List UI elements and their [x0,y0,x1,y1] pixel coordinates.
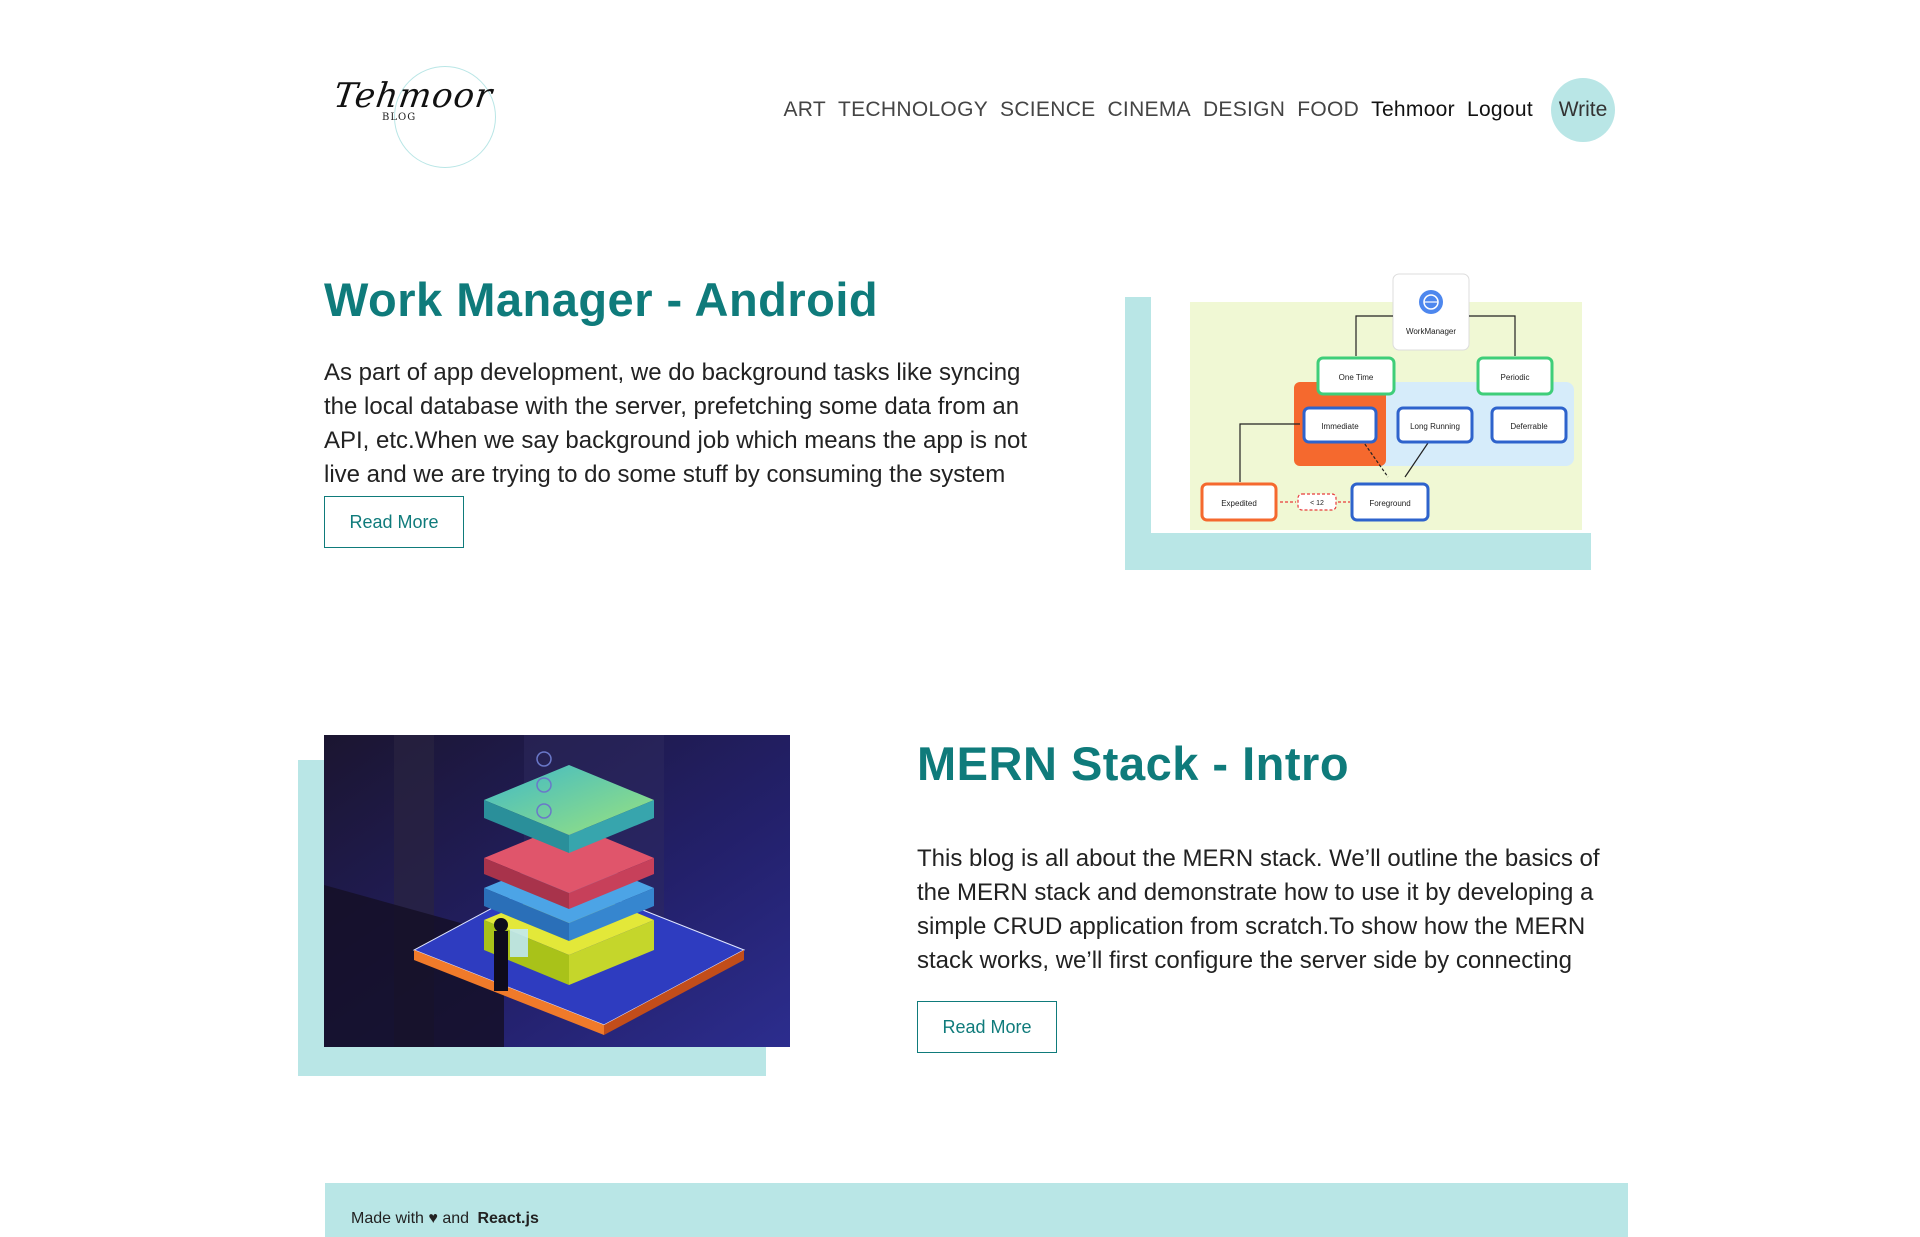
footer-brand: React.js [477,1210,539,1227]
site-footer: Made with ♥ and React.js [325,1183,1628,1237]
diagram-foreground-label: Foreground [1369,499,1410,508]
read-more-button[interactable]: Read More [324,496,464,548]
post-excerpt: As part of app development, we do backgr… [324,359,1028,488]
nav-art[interactable]: ART [783,98,826,122]
diagram-deferrable-label: Deferrable [1510,422,1548,431]
nav-user[interactable]: Tehmoor [1371,98,1455,122]
site-logo[interactable]: Tehmoor BLOG [330,66,500,170]
footer-middle: and [437,1210,474,1227]
diagram-immediate-label: Immediate [1321,422,1359,431]
logo-subtitle: BLOG [382,112,417,123]
nav-design[interactable]: DESIGN [1203,98,1285,122]
diagram-limit-label: < 12 [1310,500,1324,507]
mern-stack-image[interactable] [324,735,790,1047]
diagram-periodic-label: Periodic [1501,373,1530,382]
diagram-one-time-label: One Time [1339,373,1374,382]
logo-script-text: Tehmoor [331,76,496,116]
top-nav: ART TECHNOLOGY SCIENCE CINEMA DESIGN FOO… [783,78,1615,142]
nav-food[interactable]: FOOD [1297,98,1359,122]
footer-prefix: Made with [351,1210,429,1227]
isometric-layers-illustration [324,735,790,1047]
diagram-long-running-label: Long Running [1410,422,1460,431]
post-excerpt: This blog is all about the MERN stack. W… [917,845,1600,974]
workmanager-diagram-image[interactable]: WorkManager One Time Periodic Immediate … [1190,272,1582,530]
write-button[interactable]: Write [1551,78,1615,142]
nav-technology[interactable]: TECHNOLOGY [838,98,988,122]
nav-cinema[interactable]: CINEMA [1107,98,1190,122]
post-title[interactable]: MERN Stack - Intro [917,736,1349,791]
read-more-button[interactable]: Read More [917,1001,1057,1053]
workmanager-diagram: WorkManager One Time Periodic Immediate … [1190,273,1582,530]
diagram-expedited-label: Expedited [1221,499,1257,508]
nav-science[interactable]: SCIENCE [1000,98,1095,122]
logout-link[interactable]: Logout [1467,98,1533,122]
post-title[interactable]: Work Manager - Android [324,272,878,327]
diagram-root-label: WorkManager [1406,327,1456,336]
heart-icon: ♥ [428,1210,438,1227]
